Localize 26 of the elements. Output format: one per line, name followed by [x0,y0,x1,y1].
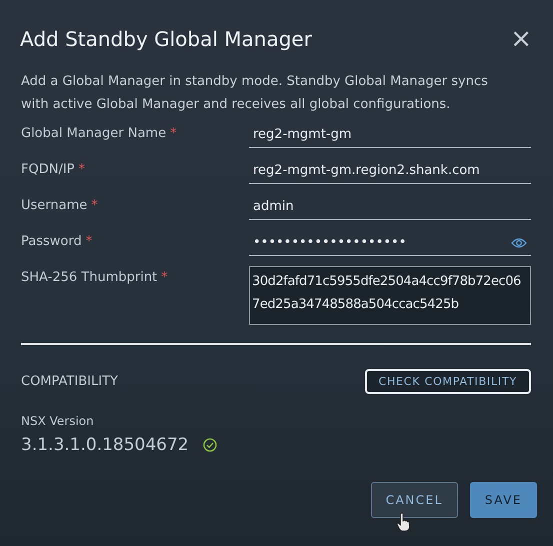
text-field[interactable]: admin [249,194,531,220]
check-compatibility-button[interactable]: CHECK COMPATIBILITY [364,369,531,394]
version-value: 3.1.3.1.0.18504672 [21,435,189,455]
password-field[interactable]: •••••••••••••••••••• [249,230,531,256]
dialog-title: Add Standby Global Manager [20,27,312,51]
field-label: SHA-256 Thumbprint [21,270,158,285]
field-label: Password [21,234,82,249]
cancel-button[interactable]: CANCEL [370,482,458,518]
eye-icon[interactable] [511,236,527,248]
hand-cursor-icon [396,512,412,532]
field-label: Username [21,198,88,213]
required-mark: * [86,234,92,249]
required-mark: * [170,126,177,141]
text-field[interactable]: reg2-mgmt-gm [249,122,531,148]
description-text: Add a Global Manager in standby mode. Standby Global Manager syncs with active Global Manager and receives all global configurations. [21,73,489,114]
required-mark: * [91,198,98,213]
field-label: Global Manager Name [21,126,166,141]
required-mark: * [161,270,168,285]
save-button[interactable]: SAVE [470,482,537,518]
close-button[interactable]: × [510,26,532,52]
version-label: NSX Version [21,414,95,428]
field-label: FQDN/IP [21,162,74,177]
required-mark: * [78,162,85,177]
text-field[interactable]: reg2-mgmt-gm.region2.shank.com [249,158,531,184]
thumbprint-field[interactable]: 30d2fafd71c5955dfe2504a4cc9f78b72ec067ed25a34748588a504ccac5425b [249,266,531,325]
section-heading: COMPATIBILITY [21,374,118,389]
